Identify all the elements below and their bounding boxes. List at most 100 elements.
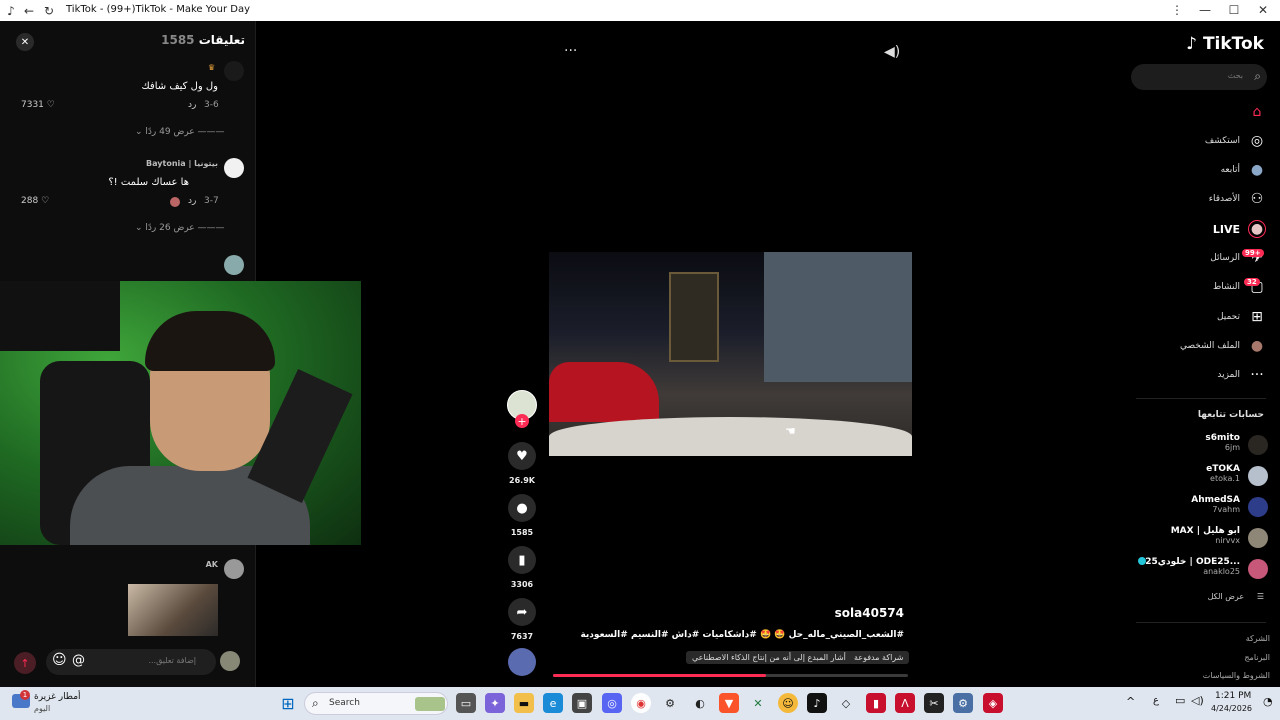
see-all-link[interactable]: ☰ عرض الكل [1208,592,1264,601]
comment-author[interactable]: AK [206,560,218,569]
bell-icon[interactable]: ◔ [1263,695,1273,708]
nav-activity[interactable]: النشاط ▢ [1106,276,1266,298]
gear-icon[interactable]: ⚙ [953,693,973,713]
discord-icon[interactable]: ◎ [602,693,622,713]
following-account[interactable]: s6mito 6jm [1126,433,1268,459]
nav-upload[interactable]: تحميل ⊞ [1106,306,1266,328]
view-replies-label: عرض 49 ردًا [145,127,195,137]
brave-icon[interactable]: ▼ [719,693,739,713]
comments-title: تعليقات [198,33,245,47]
reply-button[interactable]: رد [188,100,196,110]
weather-text[interactable]: أمطار غزيرة [34,692,81,702]
send-button[interactable]: ↑ [14,652,36,674]
file-explorer-icon[interactable]: ▬ [514,693,534,713]
follow-button[interactable]: + [515,414,529,428]
app-icon[interactable]: ◐ [690,693,710,713]
video-progress-track[interactable] [553,674,908,677]
nav-following[interactable]: أتابعه ● [1106,159,1266,181]
comment-image[interactable] [128,584,218,636]
search-icon[interactable]: ⌕ [1254,69,1261,84]
following-account[interactable]: AhmedSA 7vahm [1126,495,1268,521]
search-input[interactable]: ⌕ بحث [1131,64,1267,90]
comment-text: ها عساك سلمت !؟ [108,177,189,188]
mention-icon[interactable]: @ [72,653,85,668]
footer-terms[interactable]: الشروط والسياسات [1203,671,1270,680]
avatar-icon: ● [1250,162,1264,178]
video-player[interactable]: ☚ [549,252,912,456]
footer-company[interactable]: الشركة [1246,634,1270,643]
like-count: 26.9K [509,476,535,485]
network-icon[interactable]: ▭ [1175,694,1185,707]
like-button[interactable]: ♥ [508,442,536,470]
heart-icon: ♥ [516,448,528,464]
taskbar-search-label: Search [329,698,360,708]
save-button[interactable]: ▮ [508,546,536,574]
minimize-button[interactable]: — [1198,3,1212,17]
footer-program[interactable]: البرنامج [1244,653,1270,662]
comment-avatar[interactable] [224,61,244,81]
tiktok-app-icon: ♪ [7,4,15,18]
following-account[interactable]: MAX | ابو هليل nirvvx [1126,526,1268,552]
nav-label: استكشف [1204,136,1240,146]
clock-date[interactable]: 4/24/2026 [1211,704,1252,713]
music-disc-icon[interactable] [508,648,536,676]
comment-author[interactable]: Baytonia | بيتونيا [146,159,218,168]
store-icon[interactable]: ▣ [572,693,592,713]
more-options-button[interactable]: ··· [564,43,577,59]
likes-count: 288 [21,196,39,206]
view-replies-button[interactable]: ⌄ عرض 26 ردًا ——— [135,223,225,233]
close-comments-button[interactable]: ✕ [16,33,34,51]
language-indicator[interactable]: ع [1153,695,1159,706]
close-button[interactable]: ✕ [1256,3,1270,17]
comment-button[interactable]: ● [508,494,536,522]
settings-cog-icon[interactable]: ⚙ [660,693,680,713]
tiktok-taskbar-icon[interactable]: ♪ [807,693,827,713]
video-building [669,272,719,362]
chevron-up-icon[interactable]: ^ [1126,695,1135,708]
maximize-button[interactable]: ☐ [1227,3,1241,17]
webcam-overlay [0,281,361,545]
speaker-icon[interactable]: ◁) [1191,694,1204,707]
nav-more[interactable]: المزيد ··· [1106,364,1266,386]
tiktok-logo[interactable]: ♪ TikTok [1186,34,1264,54]
view-replies-button[interactable]: ⌄ عرض 49 ردًا ——— [135,127,225,137]
app-icon[interactable]: Λ [895,693,915,713]
share-button[interactable]: ➦ [508,598,536,626]
edge-icon[interactable]: e [543,693,563,713]
comment-icon: ● [516,500,528,516]
excel-icon[interactable]: ✕ [748,693,768,713]
comment-likes[interactable]: 7331 ♡ [21,100,55,110]
comment-avatar[interactable] [224,158,244,178]
following-account[interactable]: eTOKA etoka.1 [1126,464,1268,490]
clock-time[interactable]: 1:21 PM [1215,691,1251,701]
comment-avatar[interactable] [224,559,244,579]
video-author[interactable]: sola40574 [700,606,904,620]
app-icon[interactable]: ◇ [836,693,856,713]
copilot-icon[interactable]: ✦ [485,693,505,713]
search-placeholder: بحث [1227,71,1243,80]
menu-dots-icon[interactable]: ⋮ [1170,3,1184,17]
comment-avatar[interactable] [224,255,244,275]
app-icon[interactable]: ▮ [866,693,886,713]
start-icon[interactable]: ⊞ [278,693,298,713]
back-icon[interactable]: ← [22,4,36,18]
nav-home[interactable]: ⌂ [1106,101,1266,123]
chrome-icon[interactable]: ◉ [631,693,651,713]
capcut-icon[interactable]: ✂ [924,693,944,713]
nav-live[interactable]: LIVE ● [1106,218,1266,240]
reply-button[interactable]: رد [188,196,196,206]
task-view-icon[interactable]: ▭ [456,693,476,713]
comment-input[interactable]: ☺ @ إضافة تعليق... [46,649,216,675]
nav-friends[interactable]: الأصدقاء ⚇ [1106,188,1266,210]
windows-taskbar: 1 أمطار غزيرة اليوم ⊞ ⌕ Search ▭ ✦ ▬ e ▣… [0,687,1280,720]
nav-profile[interactable]: الملف الشخصي ● [1106,335,1266,357]
volume-icon[interactable]: ◀) [884,44,900,60]
emoji-icon[interactable]: ☺ [52,652,67,668]
refresh-icon[interactable]: ↻ [42,4,56,18]
nav-explore[interactable]: استكشف ◎ [1106,130,1266,152]
comment-likes[interactable]: 288 ♡ [21,196,49,206]
taskbar-search[interactable]: ⌕ Search [304,692,448,715]
app-icon[interactable]: ◈ [983,693,1003,713]
emoji-app-icon[interactable]: ☺ [778,693,798,713]
following-account[interactable]: خلودي25 | ODE25... anaklo25 [1126,557,1268,583]
